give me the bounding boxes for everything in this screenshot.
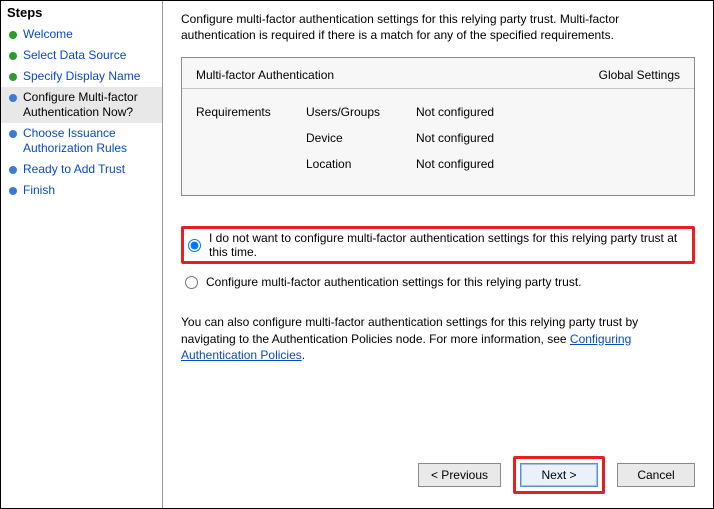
wizard-footer: < Previous Next > Cancel bbox=[418, 456, 695, 494]
step-select-data-source[interactable]: Select Data Source bbox=[1, 45, 162, 66]
hint-text: You can also configure multi-factor auth… bbox=[181, 314, 695, 363]
steps-sidebar: Steps Welcome Select Data Source Specify… bbox=[1, 1, 163, 508]
radio-do-not-configure[interactable] bbox=[188, 239, 201, 252]
bullet-icon bbox=[9, 94, 17, 102]
step-label: Welcome bbox=[23, 27, 73, 42]
hint-post: . bbox=[302, 348, 305, 362]
step-finish[interactable]: Finish bbox=[1, 180, 162, 201]
bullet-icon bbox=[9, 73, 17, 81]
mfa-row-name: Device bbox=[306, 131, 416, 145]
option-label: I do not want to configure multi-factor … bbox=[209, 231, 690, 259]
step-specify-display-name[interactable]: Specify Display Name bbox=[1, 66, 162, 87]
mfa-row: Location Not configured bbox=[196, 151, 680, 177]
mfa-row-value: Not configured bbox=[416, 157, 680, 171]
next-button[interactable]: Next > bbox=[520, 463, 598, 487]
mfa-row-value: Not configured bbox=[416, 105, 680, 119]
previous-button[interactable]: < Previous bbox=[418, 463, 501, 487]
steps-title: Steps bbox=[1, 5, 162, 24]
option-label: Configure multi-factor authentication se… bbox=[206, 275, 582, 289]
cancel-button[interactable]: Cancel bbox=[617, 463, 695, 487]
mfa-header-left: Multi-factor Authentication bbox=[196, 68, 599, 82]
mfa-col-requirements: Requirements bbox=[196, 105, 306, 119]
step-label: Finish bbox=[23, 183, 55, 198]
mfa-settings-box: Multi-factor Authentication Global Setti… bbox=[181, 57, 695, 196]
bullet-icon bbox=[9, 187, 17, 195]
mfa-options: I do not want to configure multi-factor … bbox=[181, 226, 695, 292]
mfa-header-right: Global Settings bbox=[599, 68, 680, 82]
step-label: Specify Display Name bbox=[23, 69, 140, 84]
step-choose-issuance-rules[interactable]: Choose Issuance Authorization Rules bbox=[1, 123, 162, 159]
radio-configure[interactable] bbox=[185, 276, 198, 289]
bullet-icon bbox=[9, 130, 17, 138]
main-panel: Configure multi-factor authentication se… bbox=[163, 1, 713, 508]
step-label: Select Data Source bbox=[23, 48, 126, 63]
mfa-row-name: Location bbox=[306, 157, 416, 171]
step-configure-mfa-now[interactable]: Configure Multi-factor Authentication No… bbox=[1, 87, 162, 123]
mfa-grid: Requirements Users/Groups Not configured… bbox=[182, 89, 694, 177]
step-label: Choose Issuance Authorization Rules bbox=[23, 126, 156, 156]
step-label: Configure Multi-factor Authentication No… bbox=[23, 90, 156, 120]
wizard-dialog: Steps Welcome Select Data Source Specify… bbox=[0, 0, 714, 509]
step-ready-to-add-trust[interactable]: Ready to Add Trust bbox=[1, 159, 162, 180]
mfa-row-value: Not configured bbox=[416, 131, 680, 145]
bullet-icon bbox=[9, 166, 17, 174]
step-label: Ready to Add Trust bbox=[23, 162, 125, 177]
mfa-row: Device Not configured bbox=[196, 125, 680, 151]
next-button-highlight: Next > bbox=[513, 456, 605, 494]
mfa-row: Requirements Users/Groups Not configured bbox=[196, 99, 680, 125]
mfa-header-row: Multi-factor Authentication Global Setti… bbox=[182, 58, 694, 89]
mfa-row-name: Users/Groups bbox=[306, 105, 416, 119]
intro-text: Configure multi-factor authentication se… bbox=[181, 11, 695, 43]
bullet-icon bbox=[9, 31, 17, 39]
option-configure[interactable]: Configure multi-factor authentication se… bbox=[181, 272, 695, 292]
option-do-not-configure[interactable]: I do not want to configure multi-factor … bbox=[181, 226, 695, 264]
bullet-icon bbox=[9, 52, 17, 60]
step-welcome[interactable]: Welcome bbox=[1, 24, 162, 45]
